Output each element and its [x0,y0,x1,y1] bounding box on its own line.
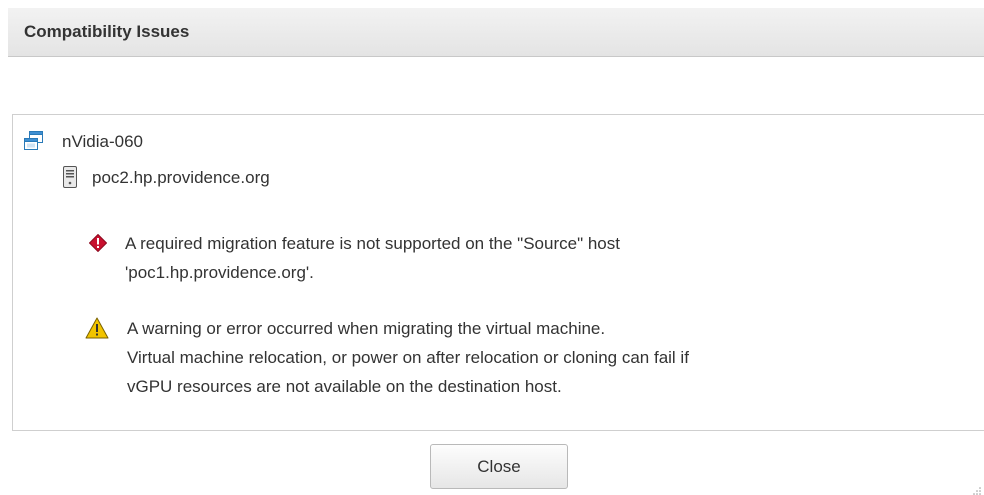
dialog-title: Compatibility Issues [24,22,190,41]
resize-grip-icon[interactable] [972,483,982,495]
error-issue-row: A required migration feature is not supp… [88,229,620,287]
error-diamond-icon [88,233,108,253]
error-message-line: 'poc1.hp.providence.org'. [125,263,314,282]
issues-panel: nVidia-060 poc2.hp.providence.org A requ… [12,114,984,431]
host-server-icon [63,166,77,188]
host-name: poc2.hp.providence.org [92,168,270,187]
error-message-line: A required migration feature is not supp… [125,234,620,253]
close-button[interactable]: Close [430,444,568,489]
host-row[interactable]: poc2.hp.providence.org [63,163,270,192]
vm-name: nVidia-060 [62,132,143,151]
warning-message: A warning or error occurred when migrati… [127,314,689,401]
vm-row[interactable]: nVidia-060 [24,127,143,156]
dialog-title-bar: Compatibility Issues [8,8,984,57]
error-message: A required migration feature is not supp… [125,229,620,287]
warning-message-line: A warning or error occurred when migrati… [127,319,606,338]
warning-message-line: vGPU resources are not available on the … [127,377,562,396]
virtual-machine-icon [24,131,44,151]
compatibility-issues-dialog: Compatibility Issues nVidia-060 poc2.hp.… [0,0,984,495]
warning-message-line: Virtual machine relocation, or power on … [127,348,689,367]
warning-triangle-icon [85,317,109,339]
warning-issue-row: A warning or error occurred when migrati… [85,314,689,401]
